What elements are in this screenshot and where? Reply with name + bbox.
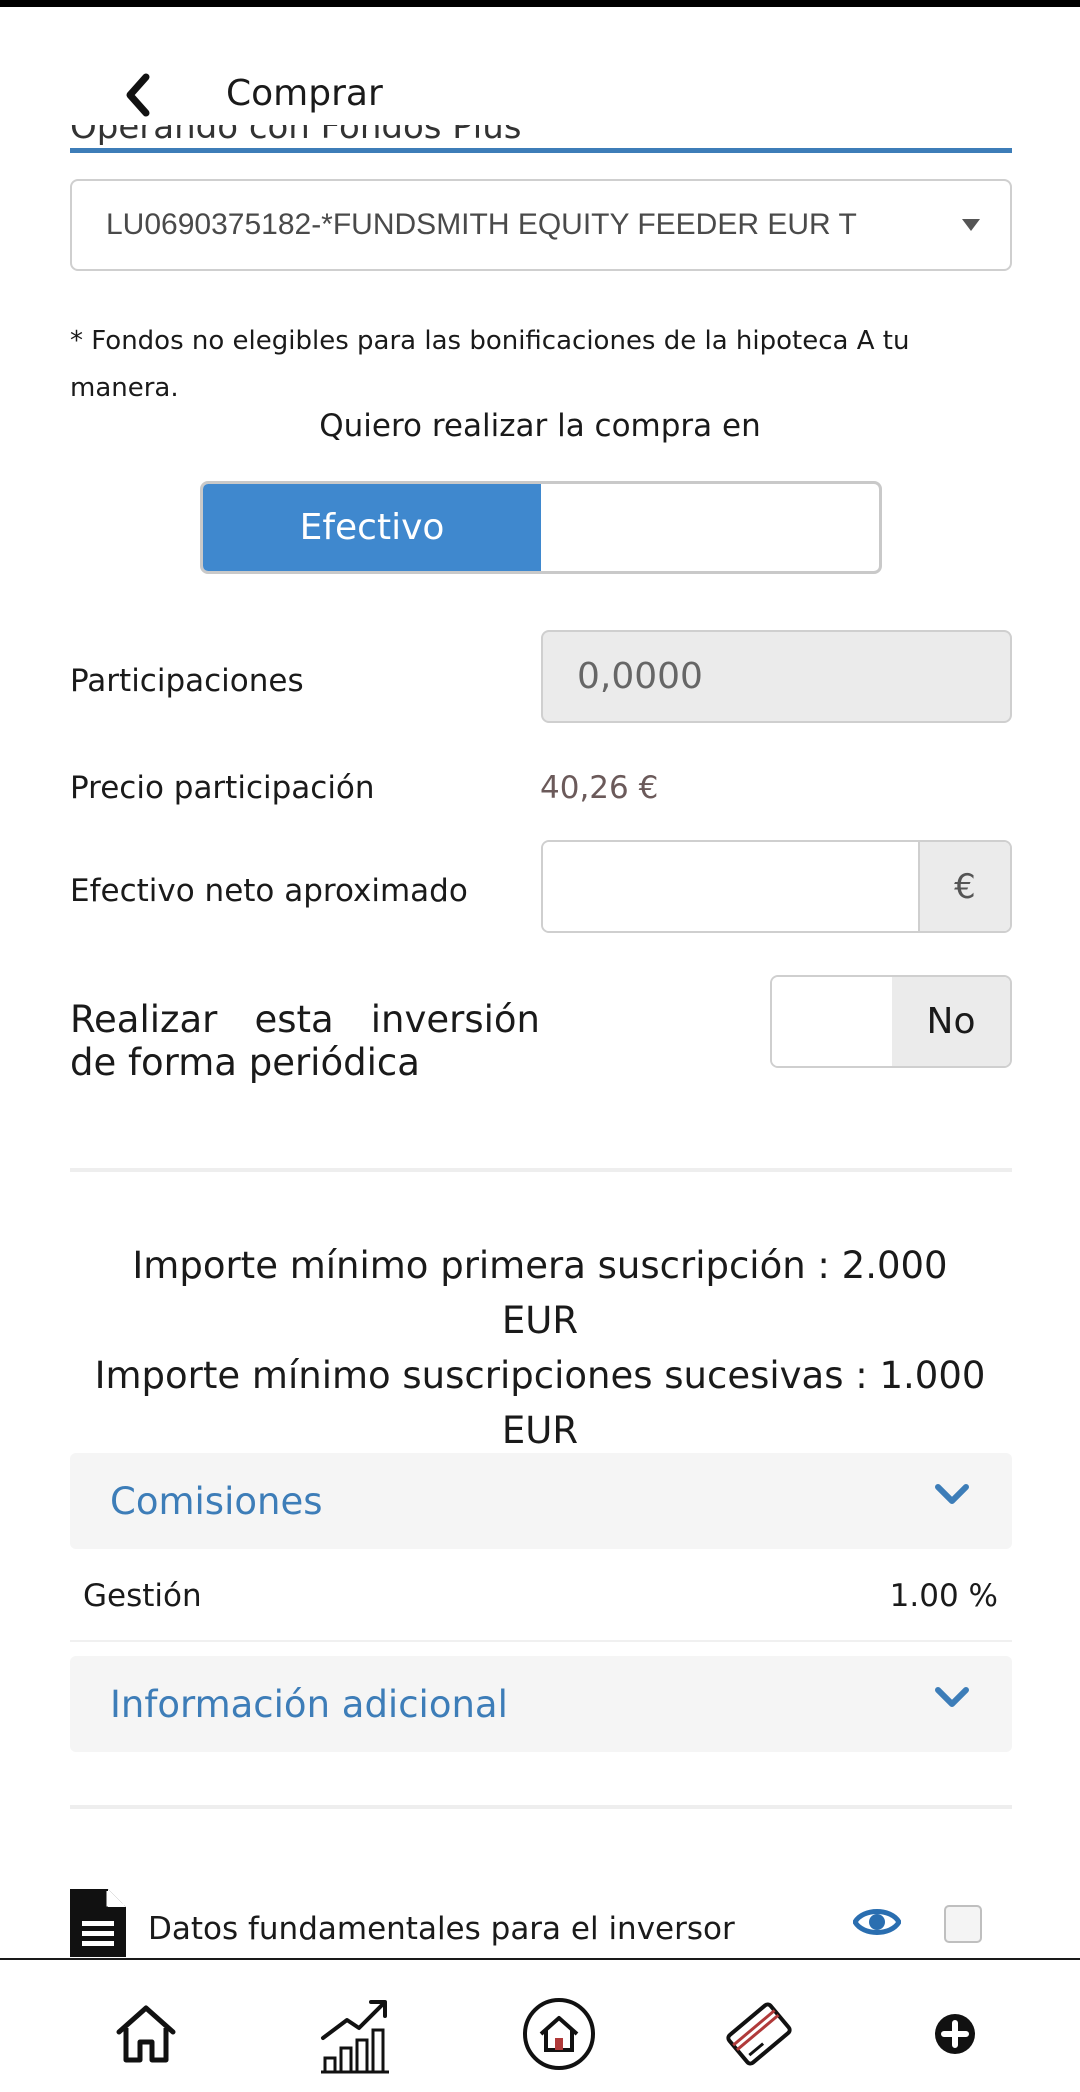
minimum-amounts: Importe mínimo primera suscripción : 2.0… [90, 1238, 990, 1458]
chevron-left-icon [126, 73, 150, 117]
chevron-down-icon [935, 1484, 969, 1504]
participaciones-input: 0,0000 [541, 630, 1012, 723]
caret-down-icon [962, 219, 980, 231]
bottom-navigation [0, 1958, 1080, 2092]
comisiones-panel-header[interactable]: Comisiones [70, 1453, 1012, 1549]
header-accent-rule [70, 148, 1012, 153]
buy-in-segmented-control: Efectivo [200, 481, 882, 574]
minimum-subsequent-subscriptions: Importe mínimo suscripciones sucesivas :… [94, 1354, 986, 1452]
periodic-investment-label: Realizar esta inversión de forma periódi… [70, 998, 540, 1084]
comisiones-title: Comisiones [110, 1479, 323, 1523]
toggle-value: No [892, 977, 1010, 1066]
fund-select-value: LU0690375182-*FUNDSMITH EQUITY FEEDER EU… [106, 208, 857, 241]
nav-mortgage[interactable] [509, 1994, 609, 2074]
efectivo-neto-input[interactable] [543, 842, 918, 931]
chevron-down-icon [935, 1687, 969, 1707]
eye-icon[interactable] [853, 1904, 901, 1940]
precio-label: Precio participación [70, 770, 375, 806]
nav-cards[interactable] [709, 1994, 809, 2074]
info-adicional-panel-header[interactable]: Información adicional [70, 1656, 1012, 1752]
cards-icon [726, 2002, 792, 2066]
comision-value: 1.00 % [889, 1578, 998, 1614]
divider [70, 1805, 1012, 1809]
info-adicional-title: Información adicional [110, 1682, 508, 1726]
precio-value: 40,26 € [540, 770, 659, 806]
page-title: Comprar [226, 73, 383, 114]
fund-select[interactable]: LU0690375182-*FUNDSMITH EQUITY FEEDER EU… [70, 179, 1012, 271]
currency-addon: € [918, 842, 1010, 931]
eligibility-note: * Fondos no elegibles para las bonificac… [70, 326, 910, 403]
document-checkbox[interactable] [944, 1905, 982, 1943]
home-icon [116, 2005, 176, 2063]
minimum-first-subscription: Importe mínimo primera suscripción : 2.0… [132, 1244, 948, 1342]
document-icon [70, 1889, 126, 1957]
segment-efectivo[interactable]: Efectivo [203, 484, 541, 571]
mortgage-house-icon [523, 1998, 595, 2070]
periodic-toggle[interactable]: No [770, 975, 1012, 1068]
nav-home[interactable] [96, 1994, 196, 2074]
participaciones-label: Participaciones [70, 663, 304, 699]
back-button[interactable] [112, 65, 162, 125]
efectivo-neto-field: € [541, 840, 1012, 933]
comision-label: Gestión [83, 1578, 202, 1614]
toggle-off-area [772, 977, 892, 1066]
document-label: Datos fundamentales para el inversor [148, 1911, 735, 1947]
segment-participaciones[interactable] [541, 484, 879, 571]
buy-in-label: Quiero realizar la compra en [319, 408, 761, 444]
divider [70, 1168, 1012, 1172]
document-row: Datos fundamentales para el inversor [70, 1885, 1012, 1960]
efectivo-neto-label: Efectivo neto aproximado [70, 873, 468, 909]
more-plus-icon [935, 2014, 975, 2054]
status-bar-strip [0, 0, 1080, 7]
nav-more[interactable] [905, 1994, 1005, 2074]
comisiones-row: Gestión 1.00 % [70, 1550, 1012, 1642]
investments-chart-icon [321, 2000, 389, 2074]
nav-investments[interactable] [305, 1994, 405, 2074]
